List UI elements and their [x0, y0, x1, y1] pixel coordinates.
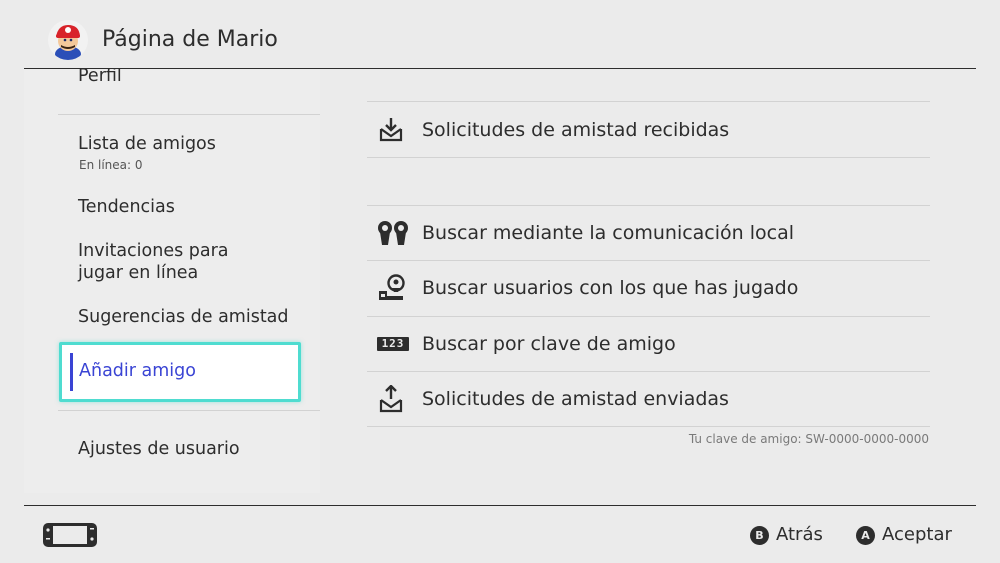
selection-indicator: [70, 353, 73, 391]
list-divider: [367, 426, 930, 427]
list-divider: [367, 101, 930, 102]
sidebar-item-label-line2: jugar en línea: [78, 263, 199, 283]
played-with-icon: [377, 274, 405, 302]
back-label: Atrás: [776, 524, 823, 545]
sidebar-item-label: Invitaciones para: [78, 241, 229, 261]
item-label: Solicitudes de amistad recibidas: [422, 119, 730, 141]
mario-avatar-icon[interactable]: [48, 20, 88, 60]
inbox-download-icon: [377, 116, 405, 144]
b-button-icon: B: [750, 525, 769, 545]
sidebar-item-label: Añadir amigo: [79, 361, 196, 381]
sidebar-item-friend-suggestions[interactable]: Sugerencias de amistad: [78, 306, 289, 328]
sidebar: Perfil Lista de amigos En línea: 0 Tende…: [24, 69, 320, 493]
sidebar-item-friend-list[interactable]: Lista de amigos: [78, 133, 216, 155]
friend-code-icon-text: 123: [377, 337, 409, 351]
sidebar-item-user-settings[interactable]: Ajustes de usuario: [78, 438, 240, 460]
item-label: Solicitudes de amistad enviadas: [422, 388, 729, 410]
switch-console-icon: [42, 522, 98, 548]
back-button[interactable]: B Atrás: [750, 524, 823, 546]
sidebar-item-add-friend[interactable]: Añadir amigo: [59, 342, 301, 402]
a-button-icon: A: [856, 525, 875, 545]
sidebar-item-trends[interactable]: Tendencias: [78, 196, 175, 218]
sidebar-divider: [58, 410, 320, 411]
online-count: En línea: 0: [79, 158, 143, 172]
footer-divider: [24, 505, 976, 506]
item-label: Buscar por clave de amigo: [422, 333, 676, 355]
accept-button[interactable]: A Aceptar: [856, 524, 952, 546]
outbox-upload-icon: [377, 384, 405, 413]
item-label: Buscar mediante la comunicación local: [422, 222, 795, 244]
played-with-search-item[interactable]: Buscar usuarios con los que has jugado: [367, 261, 930, 315]
local-search-item[interactable]: Buscar mediante la comunicación local: [367, 206, 930, 260]
list-divider: [367, 157, 930, 158]
header: Página de Mario: [0, 0, 1000, 69]
friend-code-label: Tu clave de amigo: SW-0000-0000-0000: [688, 432, 929, 446]
friend-code-icon: 123: [377, 330, 409, 358]
accept-label: Aceptar: [882, 524, 952, 545]
sidebar-divider: [58, 114, 320, 115]
sidebar-item-profile[interactable]: Perfil: [78, 69, 122, 87]
local-users-icon: [377, 219, 408, 247]
page-title: Página de Mario: [102, 27, 278, 52]
friend-code-search-item[interactable]: 123 Buscar por clave de amigo: [367, 317, 930, 371]
item-label: Buscar usuarios con los que has jugado: [422, 277, 799, 299]
sent-requests-item[interactable]: Solicitudes de amistad enviadas: [367, 372, 930, 426]
received-requests-item[interactable]: Solicitudes de amistad recibidas: [367, 103, 930, 157]
